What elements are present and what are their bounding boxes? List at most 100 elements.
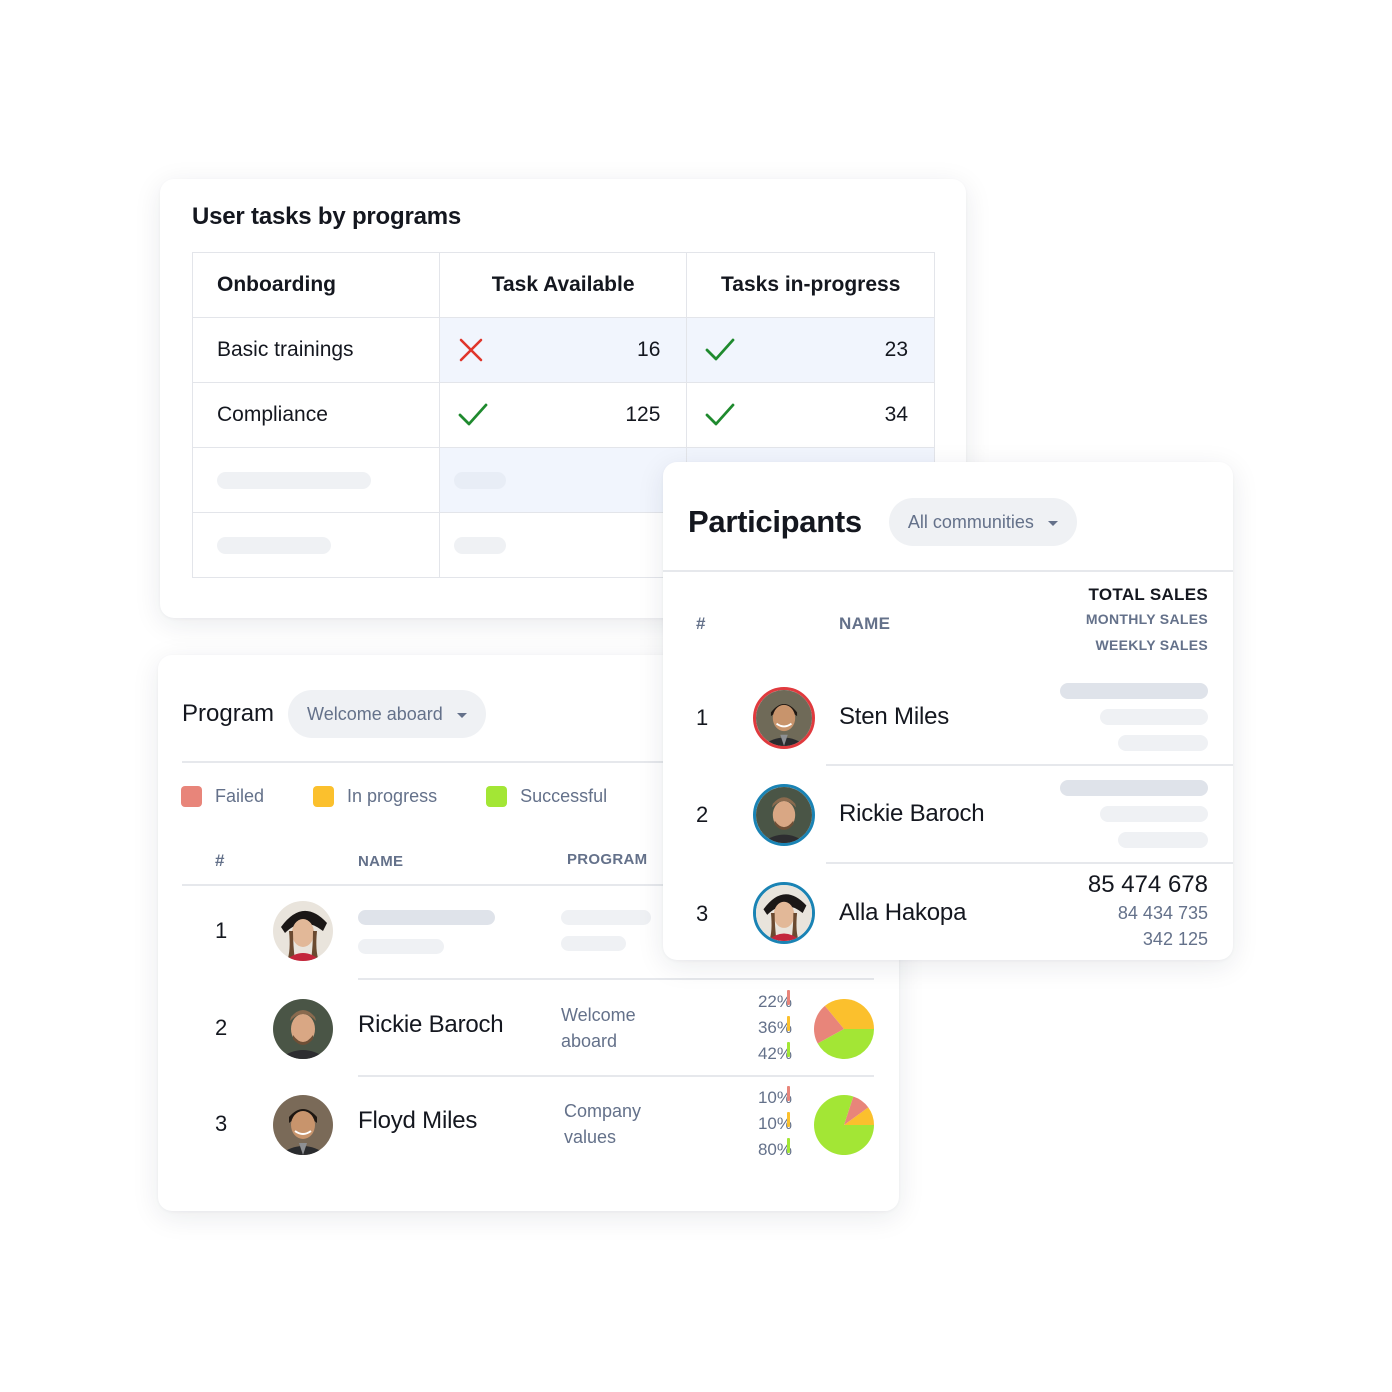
legend-swatch-successful [486, 786, 508, 807]
successful-percent: 42% [757, 1044, 792, 1063]
column-header-onboarding[interactable]: Onboarding [192, 252, 440, 318]
program-title: Program [182, 700, 275, 727]
avatar [753, 784, 815, 846]
skeleton-bar [1100, 806, 1208, 822]
program-select[interactable]: Welcome aboard [288, 690, 486, 738]
skeleton-bar [1100, 709, 1208, 725]
column-header-index: # [696, 614, 706, 633]
failed-bar [787, 1086, 790, 1101]
table-header-row: Onboarding Task Available Tasks in-progr… [192, 252, 935, 318]
in-progress-bar [787, 1016, 790, 1031]
table-row[interactable]: Compliance 125 34 [192, 382, 935, 448]
caret-down-icon [1047, 520, 1058, 526]
participant-name: Rickie Baroch [839, 800, 985, 827]
legend-item-failed: Failed [181, 786, 264, 807]
skeleton-bar [1118, 832, 1208, 848]
weekly-sales-value: 342 125 [1142, 929, 1208, 949]
skeleton-cell [192, 512, 440, 578]
avatar [753, 687, 815, 749]
skeleton-cell [192, 447, 440, 513]
skeleton-bar [358, 910, 495, 925]
skeleton-bar [1060, 780, 1208, 796]
failed-percent: 10% [757, 1088, 792, 1107]
column-header-index: # [215, 851, 225, 870]
row-index: 2 [696, 802, 709, 827]
avatar [273, 1095, 333, 1155]
table-row[interactable]: 1 Sten Miles [663, 670, 1233, 767]
check-icon [705, 338, 735, 362]
available-value: 16 [637, 338, 661, 361]
program-name: Welcome aboard [561, 1002, 636, 1054]
program-name-line: Company [564, 1101, 642, 1121]
participant-name: Alla Hakopa [839, 899, 967, 926]
legend-label: Failed [215, 786, 265, 806]
table-row[interactable]: 2 Rickie Baroch [663, 767, 1233, 864]
check-icon [458, 403, 488, 427]
communities-select-value: All communities [907, 511, 1034, 532]
successful-bar [787, 1042, 790, 1057]
row-index: 1 [215, 918, 228, 943]
in-progress-cell: 34 [686, 382, 935, 448]
legend-item-in-progress: In progress [313, 786, 437, 807]
skeleton-cell [438, 512, 688, 578]
pie-chart [814, 1095, 874, 1155]
column-header-task-available[interactable]: Task Available [438, 252, 688, 318]
program-select-value: Welcome aboard [307, 703, 443, 724]
communities-select[interactable]: All communities [888, 498, 1077, 546]
skeleton-bar [217, 471, 371, 489]
percentages: 22% 36% 42% [738, 989, 792, 1067]
in-progress-percent: 10% [757, 1114, 792, 1133]
skeleton-bar [1060, 683, 1208, 699]
status-bars [787, 1086, 791, 1164]
divider [663, 570, 1233, 572]
pie-chart [814, 999, 874, 1059]
table-row[interactable]: 3 Floyd Miles Company values 10% 10% 80% [158, 1076, 899, 1172]
legend-label: In progress [347, 786, 438, 806]
program-name-line: Welcome [561, 1005, 636, 1025]
status-legend: Failed In progress Successful [181, 786, 656, 807]
column-header-program[interactable]: PROGRAM [567, 851, 647, 868]
skeleton-bar [561, 910, 651, 925]
in-progress-bar [787, 1112, 790, 1127]
failed-bar [787, 990, 790, 1005]
available-cell: 125 [438, 382, 688, 448]
caret-down-icon [456, 712, 467, 718]
total-sales-header: TOTAL SALES [1088, 585, 1208, 604]
failed-percent: 22% [757, 992, 792, 1011]
table-row[interactable]: Basic trainings 16 23 [192, 317, 935, 383]
table-row[interactable]: 2 Rickie Baroch Welcome aboard 22% 36% 4… [158, 980, 899, 1076]
skeleton-bar [358, 939, 444, 954]
avatar [273, 901, 333, 961]
avatar [753, 882, 815, 944]
avatar [273, 999, 333, 1059]
row-index: 3 [696, 901, 709, 926]
in-progress-value: 23 [884, 338, 908, 361]
program-name-line: aboard [561, 1031, 618, 1051]
skeleton-bar [217, 536, 331, 554]
row-name: Compliance [192, 382, 440, 448]
column-header-name[interactable]: NAME [358, 853, 403, 870]
table-row[interactable]: 3 Alla Hakopa 85 474 678 84 434 735 342 … [663, 864, 1233, 961]
legend-swatch-in-progress [313, 786, 335, 807]
successful-bar [787, 1138, 790, 1153]
card-title: User tasks by programs [192, 203, 462, 230]
successful-percent: 80% [757, 1140, 792, 1159]
program-header: Program Welcome aboard [182, 690, 486, 738]
skeleton-cell [438, 447, 688, 513]
cross-icon [458, 337, 484, 363]
total-sales-value: 85 474 678 [1087, 871, 1208, 898]
program-name-line: values [564, 1127, 617, 1147]
available-value: 125 [625, 403, 661, 426]
in-progress-percent: 36% [757, 1018, 792, 1037]
column-header-tasks-in-progress[interactable]: Tasks in-progress [686, 252, 935, 318]
skeleton-bar [561, 936, 626, 951]
participant-name: Rickie Baroch [358, 1011, 504, 1038]
status-bars [787, 990, 791, 1068]
program-name: Company values [564, 1098, 641, 1150]
divider [826, 764, 1233, 766]
monthly-sales-value: 84 434 735 [1117, 903, 1208, 923]
sales-column-header[interactable]: TOTAL SALES MONTHLY SALES WEEKLY SALES [1086, 584, 1208, 658]
column-header-name[interactable]: NAME [839, 614, 890, 634]
skeleton-bar [453, 536, 506, 554]
percentages: 10% 10% 80% [738, 1085, 792, 1163]
